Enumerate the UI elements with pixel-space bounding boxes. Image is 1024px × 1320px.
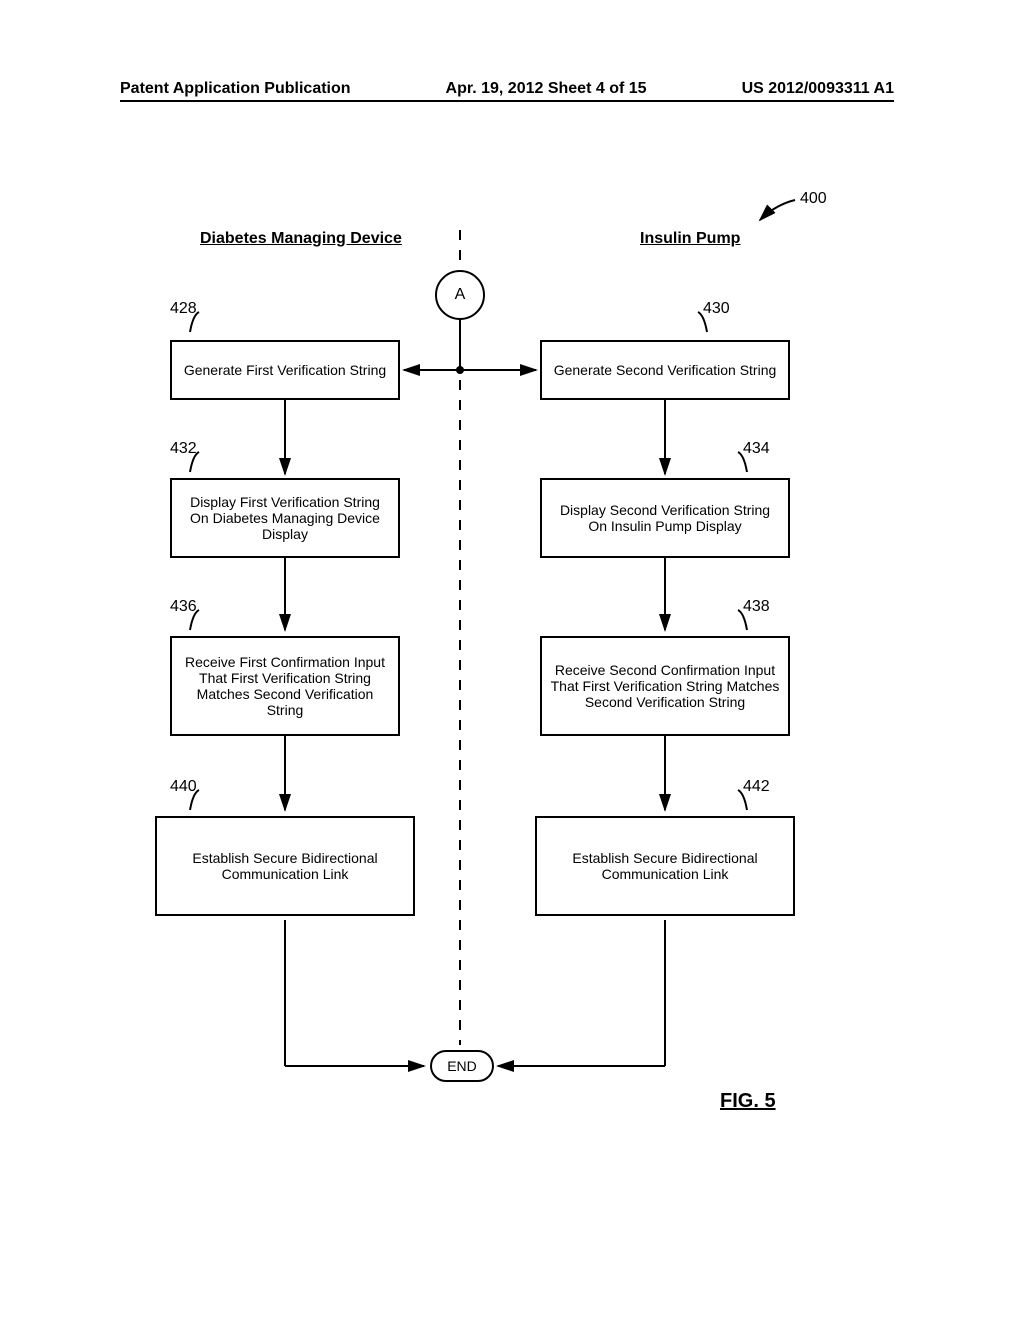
box-442: Establish Secure Bidirectional Communica… (535, 816, 795, 916)
box-432: Display First Verification String On Dia… (170, 478, 400, 558)
label-432: 432 (170, 440, 197, 458)
label-436: 436 (170, 598, 197, 616)
reference-400: 400 (800, 190, 827, 208)
box-438: Receive Second Confirmation Input That F… (540, 636, 790, 736)
header-left: Patent Application Publication (120, 80, 351, 98)
box-434: Display Second Verification String On In… (540, 478, 790, 558)
header-center: Apr. 19, 2012 Sheet 4 of 15 (446, 80, 647, 98)
title-insulin-pump: Insulin Pump (640, 230, 740, 248)
flowchart-diagram: 400 Diabetes Managing Device Insulin Pum… (0, 180, 1024, 1200)
box-430: Generate Second Verification String (540, 340, 790, 400)
label-430: 430 (703, 300, 730, 318)
end-terminator: END (430, 1050, 494, 1082)
label-434: 434 (743, 440, 770, 458)
box-428: Generate First Verification String (170, 340, 400, 400)
title-diabetes-device: Diabetes Managing Device (200, 230, 402, 248)
label-428: 428 (170, 300, 197, 318)
label-442: 442 (743, 778, 770, 796)
box-436: Receive First Confirmation Input That Fi… (170, 636, 400, 736)
connector-a: A (435, 270, 485, 320)
figure-label: FIG. 5 (720, 1090, 776, 1113)
header-divider (120, 100, 894, 102)
box-440: Establish Secure Bidirectional Communica… (155, 816, 415, 916)
header-right: US 2012/0093311 A1 (742, 80, 894, 98)
diagram-lines (0, 180, 1024, 1200)
label-438: 438 (743, 598, 770, 616)
label-440: 440 (170, 778, 197, 796)
